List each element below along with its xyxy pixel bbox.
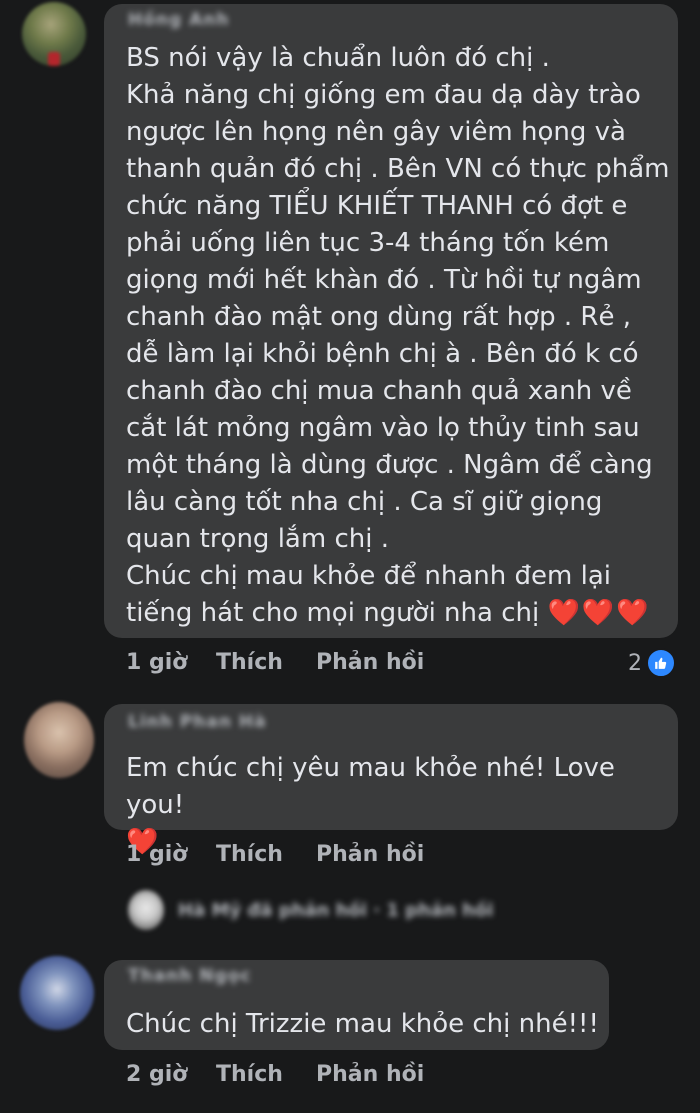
reply-button[interactable]: Phản hồi	[316, 650, 424, 675]
comment-text: Chúc chị Trizzie mau khỏe chị nhé!!!	[126, 1009, 599, 1039]
avatar[interactable]	[22, 2, 86, 66]
view-replies-link[interactable]: Hà Mỹ đã phản hồi · 1 phản hồi	[128, 890, 493, 930]
comment-author[interactable]: Thanh Ngọc	[128, 966, 251, 986]
reaction-count-value: 2	[628, 650, 642, 676]
comment-time[interactable]: 2 giờ	[126, 1062, 187, 1087]
avatar[interactable]	[20, 956, 94, 1030]
comment-time[interactable]: 1 giờ	[126, 650, 187, 675]
reaction-count[interactable]: 2	[628, 648, 676, 678]
heart-emoji: ❤️❤️❤️	[547, 598, 651, 628]
comment-text: BS nói vậy là chuẩn luôn đó chị . Khả nă…	[126, 43, 670, 628]
reply-button[interactable]: Phản hồi	[316, 842, 424, 867]
like-button[interactable]: Thích	[216, 1062, 283, 1087]
like-button[interactable]: Thích	[216, 842, 283, 867]
like-icon	[646, 648, 676, 678]
comment-author[interactable]: Linh Phan Hà	[128, 712, 267, 732]
comment-author[interactable]: Hồng Anh	[128, 10, 229, 30]
avatar	[128, 890, 164, 930]
avatar[interactable]	[24, 702, 94, 778]
reply-button[interactable]: Phản hồi	[316, 1062, 424, 1087]
view-replies-label: Hà Mỹ đã phản hồi · 1 phản hồi	[178, 899, 494, 921]
comment-time[interactable]: 1 giờ	[126, 842, 187, 867]
like-button[interactable]: Thích	[216, 650, 283, 675]
